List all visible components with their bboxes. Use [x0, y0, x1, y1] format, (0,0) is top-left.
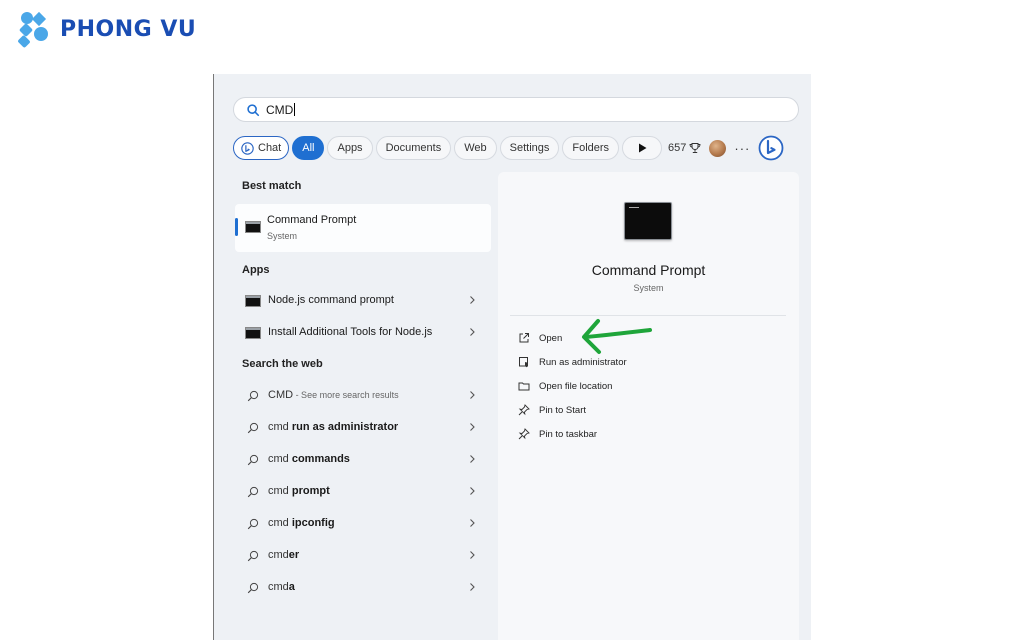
chevron-right-icon: [470, 519, 475, 527]
action-open[interactable]: Open: [518, 329, 562, 347]
web-result-text: CMD - See more search results: [268, 389, 399, 401]
bing-chat-icon[interactable]: [758, 135, 784, 161]
search-icon: [247, 422, 259, 434]
section-apps: Apps: [242, 264, 270, 276]
filter-settings-label: Settings: [509, 142, 550, 154]
detail-title: Command Prompt: [591, 262, 706, 278]
play-icon: [638, 143, 647, 153]
filter-all[interactable]: All: [292, 136, 325, 160]
more-options-button[interactable]: ···: [734, 141, 750, 156]
chevron-right-icon: [470, 296, 475, 304]
filter-more-button[interactable]: [622, 136, 663, 160]
action-label: Pin to Start: [539, 404, 586, 416]
action-open-file-location[interactable]: Open file location: [518, 377, 612, 395]
shield-icon: [519, 357, 528, 368]
filter-bar: Chat All Apps Documents Web Settings Fol…: [233, 136, 663, 160]
pin-icon: [518, 428, 530, 440]
web-result-5[interactable]: cmder: [235, 543, 491, 569]
app-item-nodejs-tools[interactable]: Install Additional Tools for Node.js: [235, 320, 491, 346]
app-item-label: Install Additional Tools for Node.js: [268, 326, 433, 338]
filter-apps-label: Apps: [337, 142, 363, 154]
web-result-2[interactable]: cmd commands: [235, 447, 491, 473]
app-item-nodejs-prompt[interactable]: Node.js command prompt: [235, 288, 491, 314]
search-icon: [247, 454, 259, 466]
web-result-text: cmder: [268, 549, 300, 561]
web-result-text: cmd ipconfig: [268, 517, 335, 529]
web-result-3[interactable]: cmd prompt: [235, 479, 491, 505]
filter-documents[interactable]: Documents: [375, 136, 452, 160]
command-prompt-icon: [245, 295, 261, 307]
brand-logo-mark: [17, 11, 54, 49]
search-icon: [247, 390, 259, 402]
filter-documents-label: Documents: [385, 142, 442, 154]
brand-name: PHONG VU: [60, 16, 197, 42]
search-icon: [247, 518, 259, 530]
filter-folders-label: Folders: [572, 142, 610, 154]
search-icon: [247, 486, 259, 498]
annotation-arrow-icon: [582, 319, 652, 354]
selection-indicator: [235, 218, 238, 236]
filter-settings[interactable]: Settings: [499, 136, 560, 160]
search-value: CMD: [266, 102, 294, 117]
section-search-web: Search the web: [242, 358, 323, 370]
web-result-text: cmd commands: [268, 453, 350, 465]
chevron-right-icon: [470, 487, 475, 495]
web-result-4[interactable]: cmd ipconfig: [235, 511, 491, 537]
filter-apps[interactable]: Apps: [327, 136, 373, 160]
search-icon: [247, 582, 259, 594]
open-external-icon: [519, 333, 529, 343]
web-result-text: cmd prompt: [268, 485, 330, 497]
command-prompt-icon: [624, 202, 672, 240]
web-result-6[interactable]: cmda: [235, 575, 491, 601]
toolbar-right: 657 ···: [668, 135, 784, 161]
web-result-text: cmd run as administrator: [268, 421, 399, 433]
folder-icon: [518, 382, 530, 391]
search-icon: [247, 550, 259, 562]
action-pin-to-start[interactable]: Pin to Start: [518, 401, 586, 419]
filter-chat[interactable]: Chat: [233, 136, 290, 160]
web-result-text: cmda: [268, 581, 295, 593]
chevron-right-icon: [470, 391, 475, 399]
action-label: Run as administrator: [539, 356, 627, 368]
command-prompt-icon: [245, 221, 261, 233]
detail-pane: Command Prompt System Open Run as admini…: [498, 172, 799, 640]
filter-all-label: All: [302, 142, 315, 154]
search-icon: [247, 103, 260, 116]
action-label: Open: [539, 332, 563, 344]
start-search-panel: CMD Chat All Apps Documents Web Settings…: [213, 74, 811, 640]
chevron-right-icon: [470, 583, 475, 591]
filter-web-label: Web: [464, 142, 487, 154]
rewards-points[interactable]: 657: [668, 142, 701, 154]
bing-icon: [241, 141, 254, 155]
filter-web[interactable]: Web: [454, 136, 497, 160]
best-match-subtitle: System: [267, 231, 298, 241]
app-item-label: Node.js command prompt: [268, 294, 394, 306]
action-label: Pin to taskbar: [539, 428, 598, 440]
page: PHONG VU CMD Chat All Apps Documents Web…: [0, 0, 1024, 640]
chevron-right-icon: [470, 551, 475, 559]
section-best-match: Best match: [242, 180, 302, 192]
web-result-1[interactable]: cmd run as administrator: [235, 415, 491, 441]
detail-subtitle: System: [633, 283, 664, 293]
command-prompt-icon: [245, 327, 261, 339]
trophy-icon: [689, 143, 701, 153]
action-label: Open file location: [539, 380, 613, 392]
filter-chat-label: Chat: [258, 142, 282, 154]
chevron-right-icon: [470, 455, 475, 463]
text-caret: [294, 103, 296, 116]
web-result-0[interactable]: CMD - See more search results: [235, 383, 491, 409]
brand-logo: PHONG VU: [17, 11, 197, 49]
best-match-title: Command Prompt: [267, 214, 357, 226]
search-input[interactable]: CMD: [233, 97, 799, 122]
best-match-item[interactable]: Command Prompt System: [235, 204, 491, 252]
pin-icon: [518, 404, 530, 416]
filter-folders[interactable]: Folders: [562, 136, 620, 160]
user-avatar[interactable]: [709, 139, 727, 157]
rewards-points-value: 657: [668, 142, 687, 154]
action-pin-to-taskbar[interactable]: Pin to taskbar: [518, 425, 597, 443]
chevron-right-icon: [470, 423, 475, 431]
chevron-right-icon: [470, 328, 475, 336]
